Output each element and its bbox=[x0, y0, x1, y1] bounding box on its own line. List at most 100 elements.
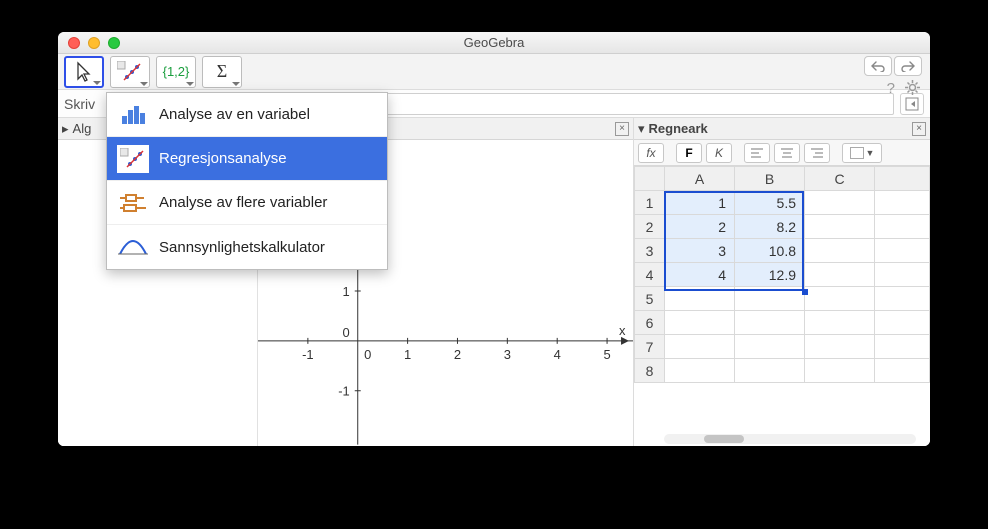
cell[interactable] bbox=[665, 311, 735, 335]
cell[interactable] bbox=[735, 311, 805, 335]
table-row: 2 2 8.2 bbox=[635, 215, 930, 239]
row-header[interactable]: 8 bbox=[635, 359, 665, 383]
redo-icon bbox=[900, 60, 916, 72]
align-left-icon bbox=[751, 148, 763, 158]
svg-text:x: x bbox=[619, 323, 626, 338]
align-right-button[interactable] bbox=[804, 143, 830, 163]
cell[interactable] bbox=[735, 287, 805, 311]
analysis-dropdown: Analyse av en variabel Regresjonsanalyse bbox=[106, 92, 388, 270]
chevron-right-icon: ▸ bbox=[62, 121, 69, 137]
list-tool-button[interactable]: {1,2} bbox=[156, 56, 196, 88]
menu-label: Regresjonsanalyse bbox=[159, 150, 287, 167]
select-all-corner[interactable] bbox=[635, 167, 665, 191]
cell[interactable] bbox=[665, 335, 735, 359]
main-toolbar: {1,2} Σ ? bbox=[58, 54, 930, 90]
svg-text:-1: -1 bbox=[338, 384, 350, 399]
row-header[interactable]: 2 bbox=[635, 215, 665, 239]
col-header-extra[interactable] bbox=[875, 167, 930, 191]
cell[interactable]: 12.9 bbox=[735, 263, 805, 287]
table-row: 7 bbox=[635, 335, 930, 359]
row-header[interactable]: 3 bbox=[635, 239, 665, 263]
cell[interactable] bbox=[875, 359, 930, 383]
histogram-icon bbox=[117, 101, 149, 129]
cell[interactable]: 2 bbox=[665, 215, 735, 239]
cell[interactable] bbox=[805, 239, 875, 263]
col-header-b[interactable]: B bbox=[735, 167, 805, 191]
cell[interactable]: 5.5 bbox=[735, 191, 805, 215]
cell[interactable]: 3 bbox=[665, 239, 735, 263]
bgcolor-button[interactable]: ▼ bbox=[842, 143, 882, 163]
boxplot-icon bbox=[117, 189, 149, 217]
cell[interactable]: 10.8 bbox=[735, 239, 805, 263]
cell[interactable] bbox=[875, 239, 930, 263]
h-scrollbar[interactable] bbox=[664, 434, 916, 444]
redo-button[interactable] bbox=[894, 56, 922, 76]
table-row: 4 4 12.9 bbox=[635, 263, 930, 287]
cell[interactable] bbox=[805, 311, 875, 335]
table-row: 1 1 5.5 bbox=[635, 191, 930, 215]
cell[interactable] bbox=[805, 215, 875, 239]
cell[interactable] bbox=[875, 215, 930, 239]
cell[interactable] bbox=[665, 359, 735, 383]
regression-icon bbox=[117, 145, 149, 173]
help-button[interactable]: ? bbox=[887, 80, 895, 99]
list-icon: {1,2} bbox=[163, 64, 190, 79]
cell[interactable] bbox=[805, 359, 875, 383]
cell[interactable] bbox=[665, 287, 735, 311]
cell[interactable] bbox=[875, 191, 930, 215]
table-row: 6 bbox=[635, 311, 930, 335]
menu-item-probability[interactable]: Sannsynlighetskalkulator bbox=[107, 225, 387, 269]
chevron-down-icon: ▾ bbox=[638, 121, 645, 137]
undo-button[interactable] bbox=[864, 56, 892, 76]
row-header[interactable]: 7 bbox=[635, 335, 665, 359]
cell[interactable] bbox=[805, 287, 875, 311]
row-header[interactable]: 1 bbox=[635, 191, 665, 215]
col-header-c[interactable]: C bbox=[805, 167, 875, 191]
sum-tool-button[interactable]: Σ bbox=[202, 56, 242, 88]
svg-text:1: 1 bbox=[343, 284, 350, 299]
color-swatch-icon bbox=[850, 147, 864, 159]
cell[interactable] bbox=[805, 335, 875, 359]
align-center-button[interactable] bbox=[774, 143, 800, 163]
table-row: 5 bbox=[635, 287, 930, 311]
svg-text:1: 1 bbox=[404, 347, 411, 362]
spreadsheet-title: Regneark bbox=[649, 121, 708, 136]
cell[interactable] bbox=[735, 335, 805, 359]
fx-button[interactable]: fx bbox=[638, 143, 664, 163]
spreadsheet-grid[interactable]: A B C 1 1 5.5 2 2 8.2 bbox=[634, 166, 930, 446]
settings-button[interactable] bbox=[905, 80, 920, 99]
algebra-title: Alg bbox=[73, 121, 92, 136]
cell[interactable]: 1 bbox=[665, 191, 735, 215]
spreadsheet-close-button[interactable]: × bbox=[912, 122, 926, 136]
svg-text:2: 2 bbox=[454, 347, 461, 362]
menu-label: Analyse av en variabel bbox=[159, 106, 310, 123]
italic-button[interactable]: K bbox=[706, 143, 732, 163]
cell[interactable]: 8.2 bbox=[735, 215, 805, 239]
move-tool-button[interactable] bbox=[64, 56, 104, 88]
analysis-tool-button[interactable] bbox=[110, 56, 150, 88]
cell[interactable] bbox=[735, 359, 805, 383]
cell[interactable] bbox=[875, 311, 930, 335]
cell[interactable] bbox=[805, 263, 875, 287]
pane-close-button[interactable]: × bbox=[615, 122, 629, 136]
align-left-button[interactable] bbox=[744, 143, 770, 163]
menu-item-one-variable[interactable]: Analyse av en variabel bbox=[107, 93, 387, 137]
gear-icon bbox=[905, 80, 920, 95]
table-row: 8 bbox=[635, 359, 930, 383]
cell[interactable]: 4 bbox=[665, 263, 735, 287]
sigma-icon: Σ bbox=[217, 61, 227, 82]
bold-button[interactable]: F bbox=[676, 143, 702, 163]
row-header[interactable]: 6 bbox=[635, 311, 665, 335]
menu-item-multi-variable[interactable]: Analyse av flere variabler bbox=[107, 181, 387, 225]
toolbar-right: ? bbox=[864, 56, 922, 99]
menu-item-regression[interactable]: Regresjonsanalyse bbox=[107, 137, 387, 181]
row-header[interactable]: 5 bbox=[635, 287, 665, 311]
row-header[interactable]: 4 bbox=[635, 263, 665, 287]
cell[interactable] bbox=[875, 335, 930, 359]
col-header-a[interactable]: A bbox=[665, 167, 735, 191]
spreadsheet-pane: ▾ Regneark × fx F K bbox=[634, 118, 930, 446]
cell[interactable] bbox=[875, 263, 930, 287]
cell[interactable] bbox=[805, 191, 875, 215]
cell[interactable] bbox=[875, 287, 930, 311]
table-row: 3 3 10.8 bbox=[635, 239, 930, 263]
